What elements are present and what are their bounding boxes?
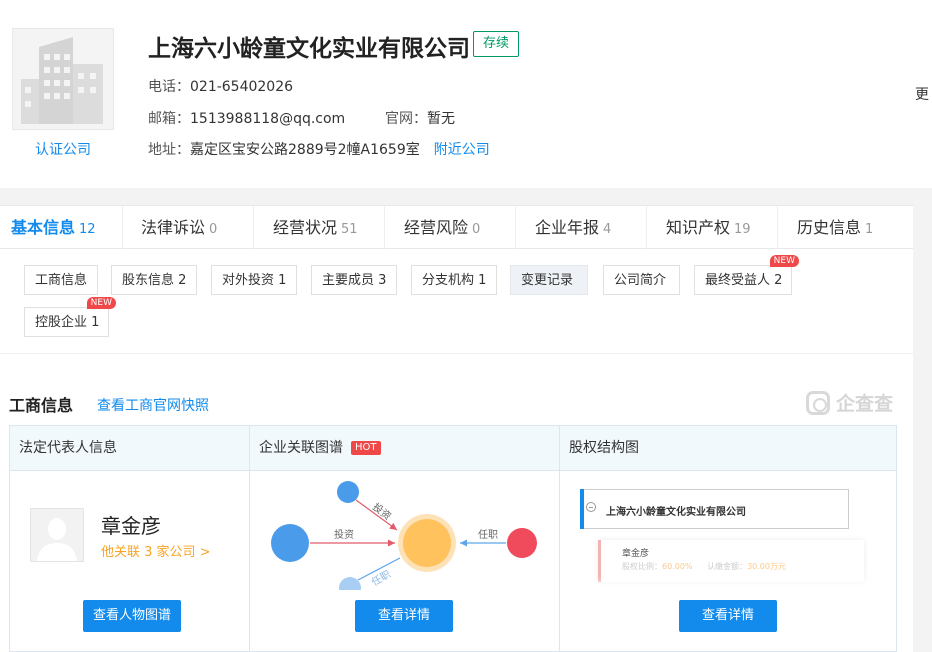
tab-count: 1 (865, 222, 874, 237)
website-value: 暂无 (427, 111, 455, 127)
company-header: 认证公司 上海六小龄童文化实业有限公司 存续 电话：021-65402026 邮… (0, 0, 932, 188)
tab-label: 历史信息 (797, 218, 862, 237)
qichacha-watermark: 企查查 (806, 389, 893, 416)
capital-value: 30.00万元 (747, 562, 786, 571)
section-title: 工商信息 (9, 396, 74, 415)
tab-count: 0 (472, 222, 481, 237)
tab-count: 19 (734, 222, 751, 237)
equity-holder-name: 章金彦 (622, 549, 650, 559)
related-companies-link[interactable]: 他关联 3 家公司 > (101, 541, 211, 560)
subtab-profile[interactable]: 公司简介 (603, 265, 680, 295)
more-button[interactable]: 更 (915, 84, 929, 104)
tab-count: 12 (79, 222, 96, 237)
tab-label: 知识产权 (666, 218, 731, 237)
address-label: 地址： (148, 142, 190, 158)
address-value: 嘉定区宝安公路2889号2幢A1659室 (190, 142, 420, 158)
ratio-label: 股权比例： (622, 562, 662, 571)
edge-label: 投资 (334, 528, 354, 541)
graph-node (339, 577, 361, 590)
building-icon (21, 37, 103, 124)
collapse-icon[interactable] (586, 502, 596, 512)
website-row: 官网：暂无 (385, 108, 455, 128)
main-tabs: 基本信息 12 法律诉讼 0 经营状况 51 经营风险 0 企业年报 4 知识产权 19 历… (0, 205, 913, 249)
capital-label: 认缴金额： (707, 562, 748, 571)
tab-ip[interactable]: 知识产权 19 (647, 206, 778, 249)
phone-row: 电话：021-65402026 (148, 76, 293, 96)
new-tag: NEW (86, 297, 116, 309)
tab-label: 法律诉讼 (141, 218, 206, 237)
official-snapshot-link[interactable]: 查看工商官网快照 (97, 395, 209, 415)
hot-tag: HOT (351, 441, 381, 455)
subtab-investments[interactable]: 对外投资 1 (211, 265, 297, 295)
email-value[interactable]: 1513988118@qq.com (190, 111, 345, 127)
subtab-shareholders[interactable]: 股东信息 2 (111, 265, 197, 295)
tab-basic-info[interactable]: 基本信息 12 (0, 206, 123, 249)
fade-overlay (560, 576, 896, 596)
relation-graph: 投资 投资 任职 任职 (271, 481, 537, 590)
tab-legal[interactable]: 法律诉讼 0 (123, 206, 254, 249)
legal-rep-card: 法定代表人信息 章金彦 他关联 3 家公司 > 查看人物图谱 (9, 425, 250, 652)
subtab-members[interactable]: 主要成员 3 (311, 265, 397, 295)
status-badge: 存续 (473, 31, 519, 57)
equity-company-bar (580, 489, 584, 529)
tab-count: 51 (341, 222, 358, 237)
edge-label: 投资 (370, 500, 394, 523)
phone-label: 电话： (148, 79, 190, 95)
nearby-companies-link[interactable]: 附近公司 (434, 142, 490, 158)
edge-label: 任职 (478, 528, 498, 541)
person-graph-button[interactable]: 查看人物图谱 (83, 600, 181, 632)
avatar (30, 508, 84, 562)
subtab-label: 最终受益人 2 (705, 273, 783, 288)
graph-node (271, 524, 309, 562)
tab-history[interactable]: 历史信息 1 (778, 206, 913, 249)
subtab-change-log[interactable]: 变更记录 (510, 265, 588, 295)
subtab-branches[interactable]: 分支机构 1 (411, 265, 497, 295)
tab-count: 4 (603, 222, 612, 237)
email-row: 邮箱：1513988118@qq.com (148, 108, 345, 128)
new-tag: NEW (769, 255, 799, 267)
company-logo (12, 28, 114, 130)
watermark-text: 企查查 (836, 393, 894, 415)
legal-rep-name[interactable]: 章金彦 (101, 510, 161, 539)
equity-holder-detail: 股权比例：60.00% 认缴金额：30.00万元 (622, 561, 786, 572)
card-header-label: 企业关联图谱 (259, 440, 343, 456)
equity-company-name: 上海六小龄童文化实业有限公司 (606, 507, 746, 518)
edge-label: 任职 (369, 567, 393, 588)
card-header: 企业关联图谱 HOT (250, 426, 559, 471)
card-header: 股权结构图 (560, 426, 896, 471)
email-label: 邮箱： (148, 111, 190, 127)
tab-annual-report[interactable]: 企业年报 4 (516, 206, 647, 249)
card-header: 法定代表人信息 (10, 426, 249, 471)
equity-details-button[interactable]: 查看详情 (679, 600, 777, 632)
relation-graph-card: 企业关联图谱 HOT 投资 投资 任职 任职 查看详情 (249, 425, 560, 652)
graph-center-node (403, 519, 451, 567)
tab-label: 经营状况 (273, 218, 338, 237)
equity-structure-card: 股权结构图 上海六小龄童文化实业有限公司 章金彦 股权比例：60.00% 认缴金… (559, 425, 897, 652)
company-name: 上海六小龄童文化实业有限公司 (148, 36, 470, 62)
graph-details-button[interactable]: 查看详情 (355, 600, 453, 632)
phone-value: 021-65402026 (190, 79, 294, 95)
subtab-business-info[interactable]: 工商信息 (24, 265, 98, 295)
tab-label: 经营风险 (404, 218, 469, 237)
website-label: 官网： (385, 111, 427, 127)
tab-operations[interactable]: 经营状况 51 (254, 206, 385, 249)
divider (0, 353, 913, 354)
graph-node (507, 528, 537, 558)
certified-company-link[interactable]: 认证公司 (12, 139, 114, 159)
tab-label: 基本信息 (11, 218, 76, 237)
person-silhouette-icon (31, 509, 83, 561)
qichacha-logo-icon (806, 390, 830, 415)
tab-risk[interactable]: 经营风险 0 (385, 206, 516, 249)
tab-count: 0 (209, 222, 218, 237)
address-row: 地址：嘉定区宝安公路2889号2幢A1659室 附近公司 (148, 139, 490, 159)
subtab-holdings[interactable]: 控股企业 1 NEW (24, 297, 116, 337)
graph-node (337, 481, 359, 503)
subtab-beneficiary[interactable]: 最终受益人 2 NEW (694, 255, 799, 295)
subtab-label: 控股企业 1 (35, 315, 100, 330)
tab-label: 企业年报 (535, 218, 600, 237)
main-panel: 基本信息 12 法律诉讼 0 经营状况 51 经营风险 0 企业年报 4 知识产权 19 历… (0, 205, 913, 652)
ratio-value: 60.00% (662, 562, 693, 571)
